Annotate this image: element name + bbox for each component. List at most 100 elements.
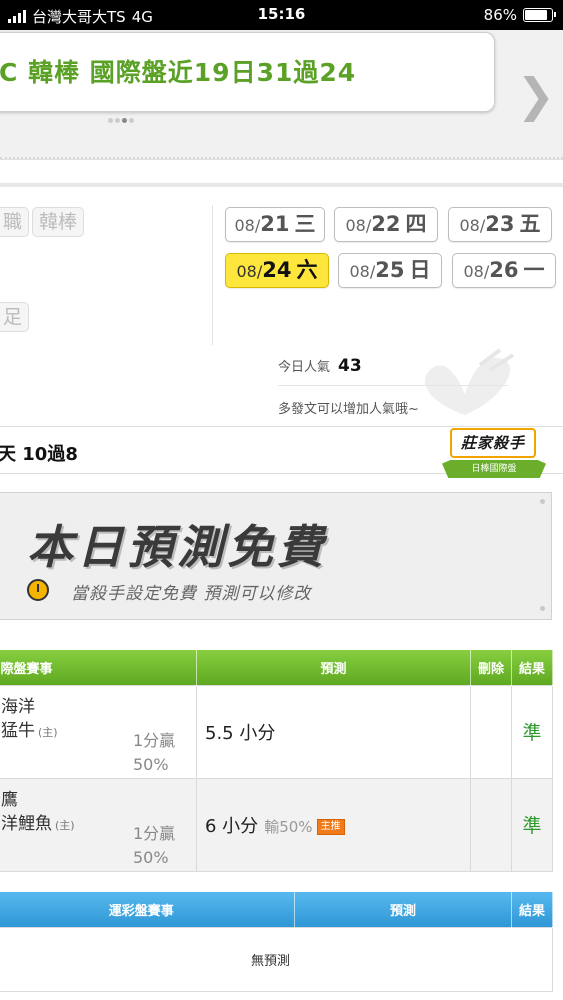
- date-md: 08/: [349, 262, 376, 281]
- date-day: 24: [262, 258, 292, 282]
- popularity-divider: [278, 385, 508, 386]
- col-header-delete: 刪除: [470, 650, 512, 685]
- divider: [212, 205, 213, 345]
- home-team: 猛牛: [1, 720, 35, 741]
- badge-title: 莊家殺手: [450, 428, 536, 458]
- popularity-hint: 多發文可以增加人氣哦~: [278, 402, 419, 417]
- delete-cell[interactable]: [470, 777, 512, 872]
- popularity-label: 今日人氣: [278, 360, 331, 375]
- teams: 鷹 洋鯉魚 (主) 1分贏 50%: [0, 788, 196, 867]
- date-button-0826[interactable]: 08/26 一: [452, 253, 556, 288]
- home-mark: (主): [55, 818, 75, 832]
- status-bar: 台灣大哥大TS 4G 15:16 86%: [0, 0, 563, 30]
- date-day: 21: [260, 212, 290, 236]
- col-header-prediction: 預測: [294, 892, 512, 927]
- carousel-dot-active[interactable]: [122, 118, 127, 123]
- table-header: 運彩盤賽事 預測 結果: [0, 892, 553, 927]
- odds-percent: 50%: [133, 754, 169, 774]
- prediction-cell: 6 小分 輸50% 主推: [196, 777, 471, 872]
- odds-percent: 50%: [133, 847, 169, 867]
- date-md: 08/: [236, 262, 263, 281]
- prediction-text: 5.5 小分: [205, 722, 276, 744]
- wave-divider: [0, 145, 563, 159]
- teams: 海洋 猛牛 (主) 1分贏 50%: [0, 695, 196, 774]
- away-team: 海洋: [1, 696, 35, 717]
- date-md: 08/: [463, 262, 490, 281]
- col-header-result: 結果: [511, 650, 553, 685]
- battery-percent: 86%: [483, 6, 517, 24]
- date-button-0824-selected[interactable]: 08/24 六: [225, 253, 329, 288]
- date-md: 08/: [345, 216, 372, 235]
- pin-icon: [540, 606, 545, 611]
- streak-text: 天 10過8: [0, 444, 78, 465]
- date-weekday: 三: [294, 212, 316, 236]
- date-day: 23: [485, 212, 515, 236]
- table-row[interactable]: 鷹 洋鯉魚 (主) 1分贏 50% 6 小分 輸50% 主推 準: [0, 777, 553, 872]
- free-prediction-banner: 本日預測免費 當殺手設定免費 預測可以修改: [0, 492, 552, 620]
- status-right: 86%: [483, 6, 556, 24]
- col-header-prediction: 預測: [196, 650, 471, 685]
- battery-icon: [523, 8, 556, 22]
- match-cell: 鷹 洋鯉魚 (主) 1分贏 50%: [0, 777, 197, 872]
- delete-cell[interactable]: [470, 684, 512, 779]
- intl-predictions-table: 際盤賽事 預測 刪除 結果 海洋 猛牛 (主) 1分贏 50% 5.5 小分 準 鷹…: [0, 650, 553, 872]
- empty-message: 無預測: [0, 926, 553, 992]
- hero-carousel: C 韓棒 國際盤近19日31過24 ❯: [0, 30, 563, 160]
- date-md: 08/: [459, 216, 486, 235]
- category-tag-3[interactable]: 足: [0, 302, 30, 332]
- odds-line: 1分贏: [133, 823, 176, 843]
- carousel-dots: [108, 118, 134, 123]
- carousel-dot[interactable]: [129, 118, 134, 123]
- date-day: 22: [371, 212, 401, 236]
- away-team: 鷹: [1, 789, 18, 810]
- clock-time: 15:16: [257, 5, 306, 23]
- date-weekday: 一: [523, 258, 545, 282]
- hero-title-partial: C: [0, 58, 19, 87]
- popularity-value: 43: [338, 356, 362, 376]
- category-tag-1[interactable]: 職: [0, 207, 30, 237]
- clock-icon: [27, 579, 49, 601]
- banner-subtitle: 當殺手設定免費 預測可以修改: [71, 584, 312, 604]
- odds-line: 1分贏: [133, 730, 176, 750]
- match-cell: 海洋 猛牛 (主) 1分贏 50%: [0, 684, 197, 779]
- hot-badge: 主推: [316, 818, 345, 835]
- date-weekday: 六: [296, 258, 318, 282]
- popularity-row: 今日人氣 43: [278, 356, 362, 376]
- sports-lottery-table: 運彩盤賽事 預測 結果 無預測: [0, 892, 553, 992]
- chevron-right-icon[interactable]: ❯: [516, 72, 555, 118]
- pin-icon: [540, 499, 545, 504]
- date-button-0823[interactable]: 08/23 五: [448, 207, 552, 242]
- date-md: 08/: [234, 216, 261, 235]
- carousel-dot[interactable]: [108, 118, 113, 123]
- col-header-result: 結果: [511, 892, 553, 927]
- home-team: 洋鯉魚: [1, 813, 52, 834]
- table-row: 無預測: [0, 926, 553, 992]
- hero-card[interactable]: C 韓棒 國際盤近19日31過24: [0, 32, 495, 112]
- date-button-0825[interactable]: 08/25 日: [338, 253, 442, 288]
- carousel-dot[interactable]: [115, 118, 120, 123]
- hero-title-text: 韓棒 國際盤近19日31過24: [28, 58, 357, 87]
- category-tag-kbo[interactable]: 韓棒: [32, 207, 85, 237]
- col-header-match: 運彩盤賽事: [0, 892, 295, 927]
- date-button-0821[interactable]: 08/21 三: [225, 207, 325, 242]
- banner-title: 本日預測免費: [27, 520, 327, 574]
- odds: 1分贏 50%: [133, 729, 175, 777]
- home-mark: (主): [38, 725, 58, 739]
- date-weekday: 四: [405, 212, 427, 236]
- date-day: 26: [489, 258, 519, 282]
- odds: 1分贏 50%: [133, 822, 175, 870]
- col-header-match: 際盤賽事: [0, 650, 197, 685]
- prediction-cell: 5.5 小分: [196, 684, 471, 779]
- date-button-0822[interactable]: 08/22 四: [334, 207, 438, 242]
- hero-title: C 韓棒 國際盤近19日31過24: [0, 53, 356, 89]
- date-weekday: 五: [519, 212, 541, 236]
- section-separator: [0, 183, 563, 187]
- date-day: 25: [375, 258, 405, 282]
- result-cell: 準: [511, 777, 553, 872]
- table-header: 際盤賽事 預測 刪除 結果: [0, 650, 553, 685]
- prediction-text: 6 小分: [205, 815, 259, 837]
- badge-ribbon: 日棒國際盤: [442, 460, 546, 478]
- prediction-extra: 輸50%: [264, 817, 313, 836]
- table-row[interactable]: 海洋 猛牛 (主) 1分贏 50% 5.5 小分 準: [0, 684, 553, 779]
- date-weekday: 日: [409, 258, 431, 282]
